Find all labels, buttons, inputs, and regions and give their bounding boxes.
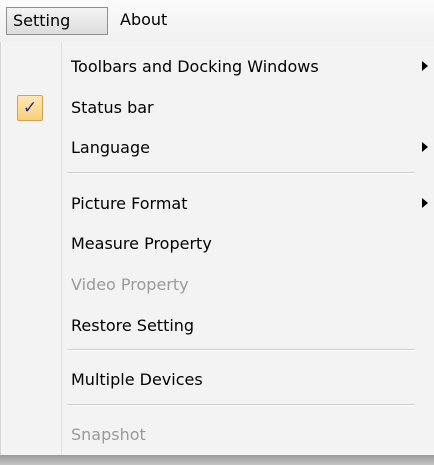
menu-setting[interactable]: Setting: [6, 7, 108, 35]
menu-item-label: Measure Property: [71, 234, 212, 253]
menu-item-label: Video Property: [71, 275, 189, 294]
menu-item-snapshot: Snapshot: [1, 419, 434, 451]
checkmark-icon: ✓: [17, 95, 43, 121]
menu-item-label: Language: [71, 138, 150, 157]
menu-item-restore-setting[interactable]: Restore Setting: [1, 310, 434, 342]
menu-item-label: Picture Format: [71, 194, 188, 213]
menu-item-measure-property[interactable]: Measure Property: [1, 228, 434, 260]
window-bottom-edge: [0, 455, 434, 465]
menu-about[interactable]: About: [118, 7, 167, 35]
menu-item-video-property: Video Property: [1, 269, 434, 301]
menu-item-language[interactable]: Language: [1, 132, 434, 164]
submenu-arrow-icon: [422, 142, 428, 152]
menu-separator: [67, 404, 415, 406]
menu-separator: [67, 172, 415, 174]
menu-separator: [67, 349, 415, 351]
menu-item-picture-format[interactable]: Picture Format: [1, 188, 434, 220]
menu-item-label: Restore Setting: [71, 316, 195, 335]
menu-item-label: Status bar: [71, 98, 154, 117]
submenu-arrow-icon: [422, 61, 428, 71]
menu-item-toolbars-docking-windows[interactable]: Toolbars and Docking Windows: [1, 51, 434, 83]
menu-bar: Setting About: [0, 0, 434, 42]
setting-dropdown-menu: Toolbars and Docking Windows ✓ Status ba…: [0, 42, 434, 455]
menu-item-label: Toolbars and Docking Windows: [71, 57, 319, 76]
menu-item-status-bar[interactable]: ✓ Status bar: [1, 92, 434, 124]
submenu-arrow-icon: [422, 198, 428, 208]
menu-item-multiple-devices[interactable]: Multiple Devices: [1, 364, 434, 396]
menu-item-label: Multiple Devices: [71, 370, 203, 389]
menu-item-label: Snapshot: [71, 425, 146, 444]
